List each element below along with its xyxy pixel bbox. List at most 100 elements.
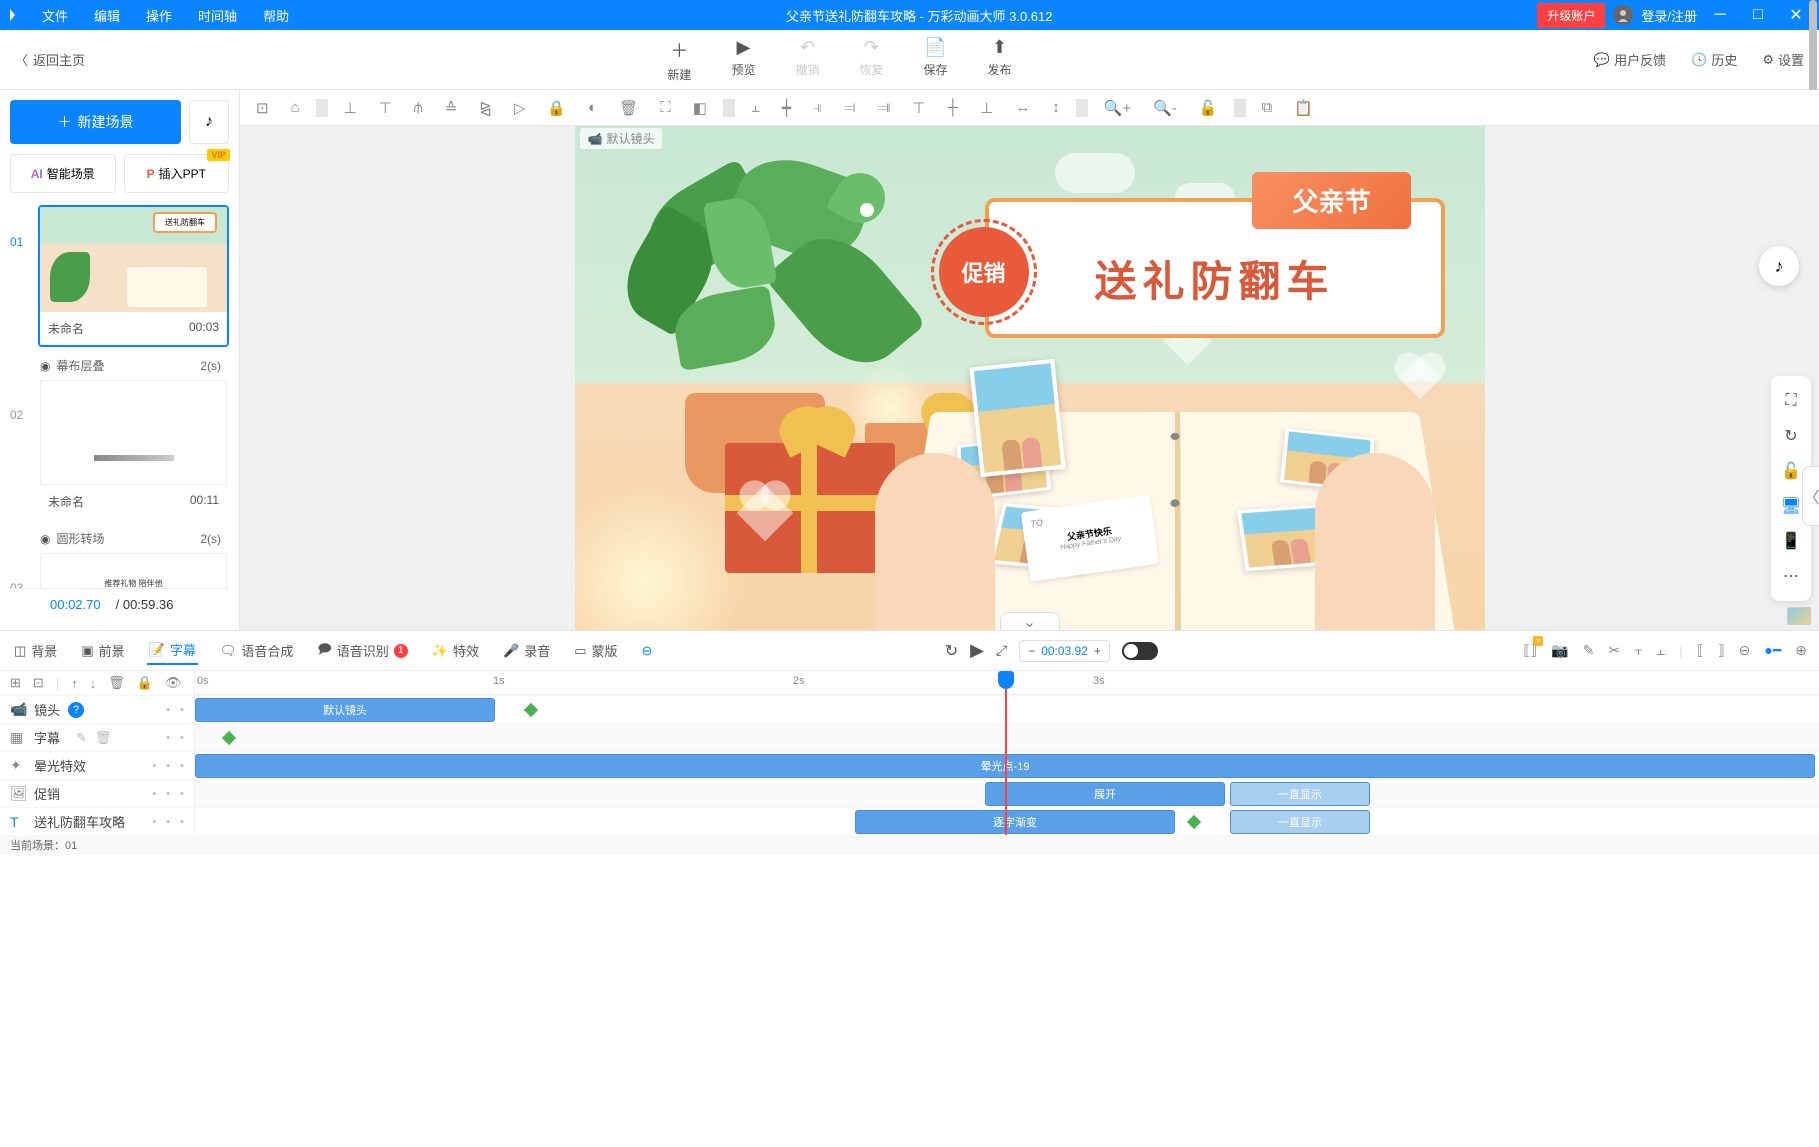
flip-h-icon[interactable]: ⧎ (473, 95, 498, 121)
clip-camera[interactable]: 默认镜头 (195, 698, 495, 722)
upgrade-button[interactable]: 升级账户 (1537, 3, 1605, 28)
eye-icon[interactable]: 👁 (165, 675, 182, 691)
v-bot-icon[interactable]: ⊥ (974, 95, 999, 121)
restart-icon[interactable]: ↻ (945, 641, 958, 661)
align-baseline-icon[interactable]: ≙ (439, 95, 464, 121)
zoom-out-tool-icon[interactable]: ⊖ (1739, 642, 1751, 659)
publish-button[interactable]: ⬆发布 (988, 37, 1012, 83)
zoom-out-icon[interactable]: 🔍- (1147, 95, 1183, 121)
help-icon[interactable]: ? (68, 702, 84, 718)
music-button[interactable]: ♪ (189, 100, 229, 144)
tab-record[interactable]: 🎤录音 (501, 637, 552, 664)
distribute-h-icon[interactable]: ⫤ (838, 95, 861, 120)
menu-help[interactable]: 帮助 (251, 0, 301, 31)
tab-mask[interactable]: ▭蒙版 (572, 637, 619, 664)
align-right-icon[interactable]: ⫣ (807, 95, 828, 120)
v-top-icon[interactable]: ⊤ (906, 95, 931, 121)
clip-always-show-2[interactable]: 一直显示 (1230, 810, 1370, 834)
trash-icon[interactable]: 🗑 (108, 675, 125, 691)
tab-foreground[interactable]: ▣前景 (79, 637, 126, 664)
lock-icon[interactable]: 🔒 (541, 95, 572, 121)
mobile-icon[interactable]: 📱 (1771, 526, 1811, 556)
feedback-button[interactable]: 💬用户反馈 (1594, 50, 1666, 69)
track-subtitle[interactable]: ▦字幕✎🗑•• (0, 723, 194, 751)
opacity-icon[interactable]: ◐ (582, 95, 603, 120)
scene-item-2[interactable]: 02 未命名00:11 (10, 378, 229, 520)
home-icon[interactable]: ⌂ (285, 95, 306, 120)
plus-button[interactable]: + (1094, 644, 1101, 658)
track-camera[interactable]: 📹镜头?•• (0, 695, 194, 723)
edit-tool-icon[interactable]: ✎ (1583, 642, 1595, 659)
paste-icon[interactable]: 📋 (1288, 95, 1319, 121)
duplicate-icon[interactable]: ⊡ (33, 675, 44, 691)
expand-icon[interactable]: ⛶ (654, 95, 677, 120)
v-mid-icon[interactable]: ┼ (942, 95, 965, 120)
zoom-in-tool-icon[interactable]: ⊕ (1795, 642, 1807, 659)
keyframe[interactable] (523, 702, 540, 719)
transition-1[interactable]: ◉幕布层叠2(s) (10, 353, 229, 378)
more-icon[interactable]: ⋯ (1771, 561, 1811, 591)
space-v-icon[interactable]: ↕ (1046, 95, 1066, 120)
adjust-tool-icon[interactable]: ⫠ (1657, 642, 1665, 659)
align-top-icon[interactable]: ⊤ (373, 95, 398, 121)
copy-icon[interactable]: ⧉ (1256, 95, 1279, 120)
minus-button[interactable]: − (1028, 644, 1035, 658)
new-scene-button[interactable]: ＋新建场景 (10, 100, 181, 144)
history-button[interactable]: 🕓历史 (1691, 50, 1737, 69)
scene-item-1[interactable]: 01 送礼防翻车 未命名00:03 (10, 205, 229, 347)
music-float-button[interactable]: ♪ (1759, 246, 1799, 286)
flip-v-icon[interactable]: ▷ (508, 95, 532, 121)
expand-icon[interactable]: ⤢ (996, 642, 1007, 659)
canvas-content[interactable]: 📹默认镜头 (575, 126, 1485, 630)
unlock-icon[interactable]: 🔓 (1193, 95, 1224, 121)
move-up-icon[interactable]: ↑ (71, 676, 78, 691)
keyframe[interactable] (1186, 814, 1203, 831)
scene-item-3[interactable]: 03 推荐礼物 陪伴他—————— 未命名00:05 (10, 551, 229, 588)
fullscreen-icon[interactable]: ⛶ (1771, 386, 1811, 416)
ai-scene-button[interactable]: AI智能场景 (10, 154, 116, 193)
preview-button[interactable]: ▶预览 (731, 37, 755, 83)
cut-tool-icon[interactable]: ✂ (1608, 642, 1620, 659)
tab-fx[interactable]: ✨特效 (430, 637, 481, 664)
cursor-icon[interactable]: ⊡ (250, 95, 275, 121)
space-h-icon[interactable]: ↔ (1009, 95, 1036, 120)
clip-gradual[interactable]: 逐字渐变 (855, 810, 1175, 834)
menu-file[interactable]: 文件 (30, 0, 80, 31)
in-bracket-icon[interactable]: ⟦ (1697, 642, 1704, 659)
add-track-icon[interactable]: ⊞ (10, 675, 21, 691)
corner-thumbnail[interactable] (1787, 607, 1811, 625)
camera-tool-icon[interactable]: 📷 (1551, 642, 1568, 659)
keyframe[interactable] (221, 730, 238, 747)
track-promo[interactable]: 🖼促销••• (0, 779, 194, 807)
rotate-icon[interactable]: ↻ (1771, 421, 1811, 451)
playhead[interactable] (1005, 671, 1007, 835)
distribute-v-icon[interactable]: ⫥ (871, 95, 896, 120)
settings-button[interactable]: ⚙设置 (1762, 50, 1804, 69)
clip-always-show-1[interactable]: 一直显示 (1230, 782, 1370, 806)
back-button[interactable]: 〈 返回主页 (15, 50, 85, 69)
align-middle-icon[interactable]: ⫛ (408, 95, 429, 120)
align-left-icon[interactable]: ⫠ (745, 95, 766, 120)
undo-button[interactable]: ↶撤销 (795, 37, 819, 83)
track-light[interactable]: ✦晕光特效••• (0, 751, 194, 779)
menu-edit[interactable]: 编辑 (82, 0, 132, 31)
delete-icon[interactable]: 🗑 (95, 730, 112, 746)
play-button[interactable]: ▶ (970, 640, 984, 661)
timeline-tracks[interactable]: 0s 1s 2s 3s 默认镜头 晕光点-19 展开 一直显示 逐字渐变 (195, 671, 1819, 835)
slider-dot-icon[interactable]: ●━ (1764, 642, 1781, 659)
align-bottom-icon[interactable]: ⊥ (338, 95, 363, 121)
toggle-switch[interactable] (1122, 642, 1158, 660)
align-center-icon[interactable]: ┿ (776, 95, 797, 121)
tab-tts[interactable]: 🗨语音合成 (218, 637, 296, 664)
maximize-button[interactable]: □ (1743, 6, 1773, 24)
save-button[interactable]: 📄保存 (923, 37, 947, 83)
import-ppt-button[interactable]: P插入PPTVIP (124, 154, 230, 193)
move-down-icon[interactable]: ↓ (90, 676, 97, 691)
tab-background[interactable]: ◫背景 (12, 637, 59, 664)
tab-asr[interactable]: 🗩语音识别1 (315, 636, 409, 666)
track-title[interactable]: T送礼防翻车攻略••• (0, 807, 194, 835)
redo-button[interactable]: ↷恢复 (859, 37, 883, 83)
canvas-viewport[interactable]: 📹默认镜头 (240, 126, 1819, 630)
minimize-button[interactable]: ─ (1705, 6, 1735, 24)
filter-tool-icon[interactable]: ⫟ (1634, 642, 1642, 659)
